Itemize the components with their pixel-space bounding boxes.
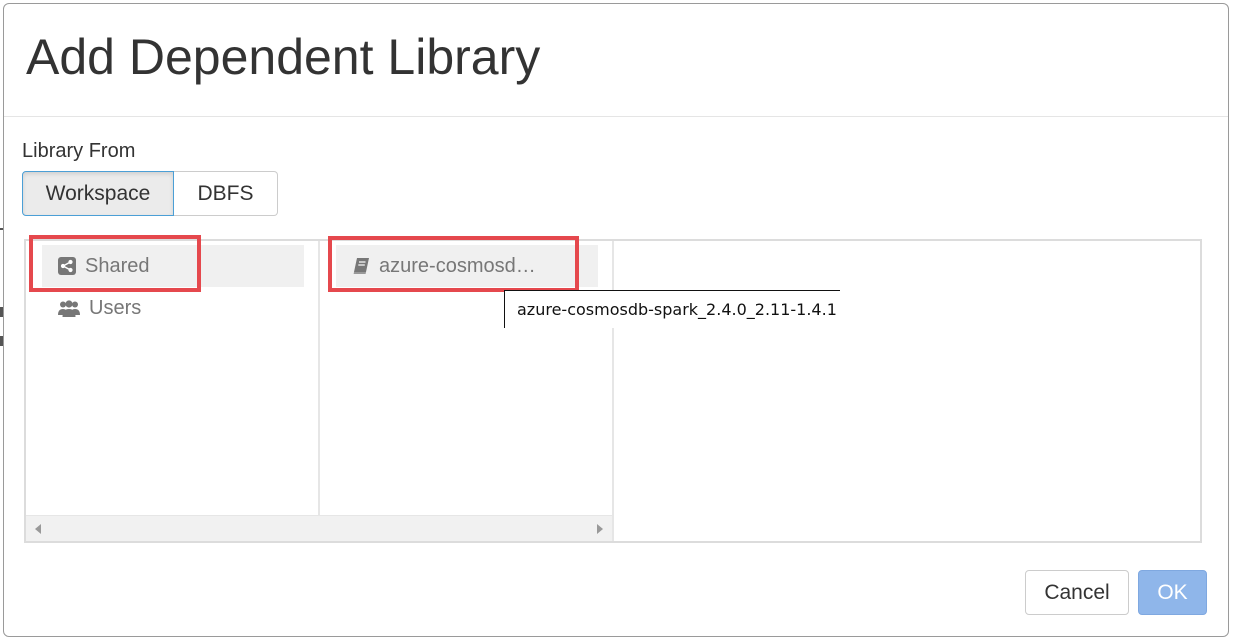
- ok-button[interactable]: OK: [1138, 570, 1207, 615]
- folder-item-shared[interactable]: Shared: [42, 245, 304, 287]
- folder-label-users: Users: [89, 296, 142, 319]
- folder-item-users[interactable]: Users: [42, 287, 304, 329]
- horizontal-scrollbar[interactable]: [26, 515, 612, 541]
- share-icon: [58, 257, 76, 275]
- dialog-header: Add Dependent Library: [4, 4, 1228, 117]
- file-column: azure-cosmosd…: [320, 241, 612, 515]
- folder-column: Shared Users: [26, 241, 320, 515]
- folder-label-shared: Shared: [85, 254, 150, 277]
- file-item-azure-cosmosdb[interactable]: azure-cosmosd…: [336, 245, 598, 287]
- book-icon: [352, 257, 370, 275]
- preview-column: [612, 241, 1200, 541]
- file-browser: Shared Users azure-cosmosd…: [24, 239, 1202, 543]
- dialog-title: Add Dependent Library: [26, 29, 541, 85]
- scroll-right-arrow-icon[interactable]: [597, 524, 603, 534]
- workspace-tab[interactable]: Workspace: [22, 171, 174, 216]
- file-name-tooltip: azure-cosmosdb-spark_2.4.0_2.11-1.4.1: [504, 290, 840, 328]
- dbfs-tab[interactable]: DBFS: [174, 171, 278, 216]
- file-label-azure-cosmosdb: azure-cosmosd…: [379, 254, 536, 277]
- cancel-button[interactable]: Cancel: [1025, 570, 1129, 615]
- scroll-left-arrow-icon[interactable]: [35, 524, 41, 534]
- library-from-label: Library From: [22, 140, 136, 162]
- library-source-toggle: Workspace DBFS: [22, 171, 278, 216]
- users-icon: [58, 299, 80, 317]
